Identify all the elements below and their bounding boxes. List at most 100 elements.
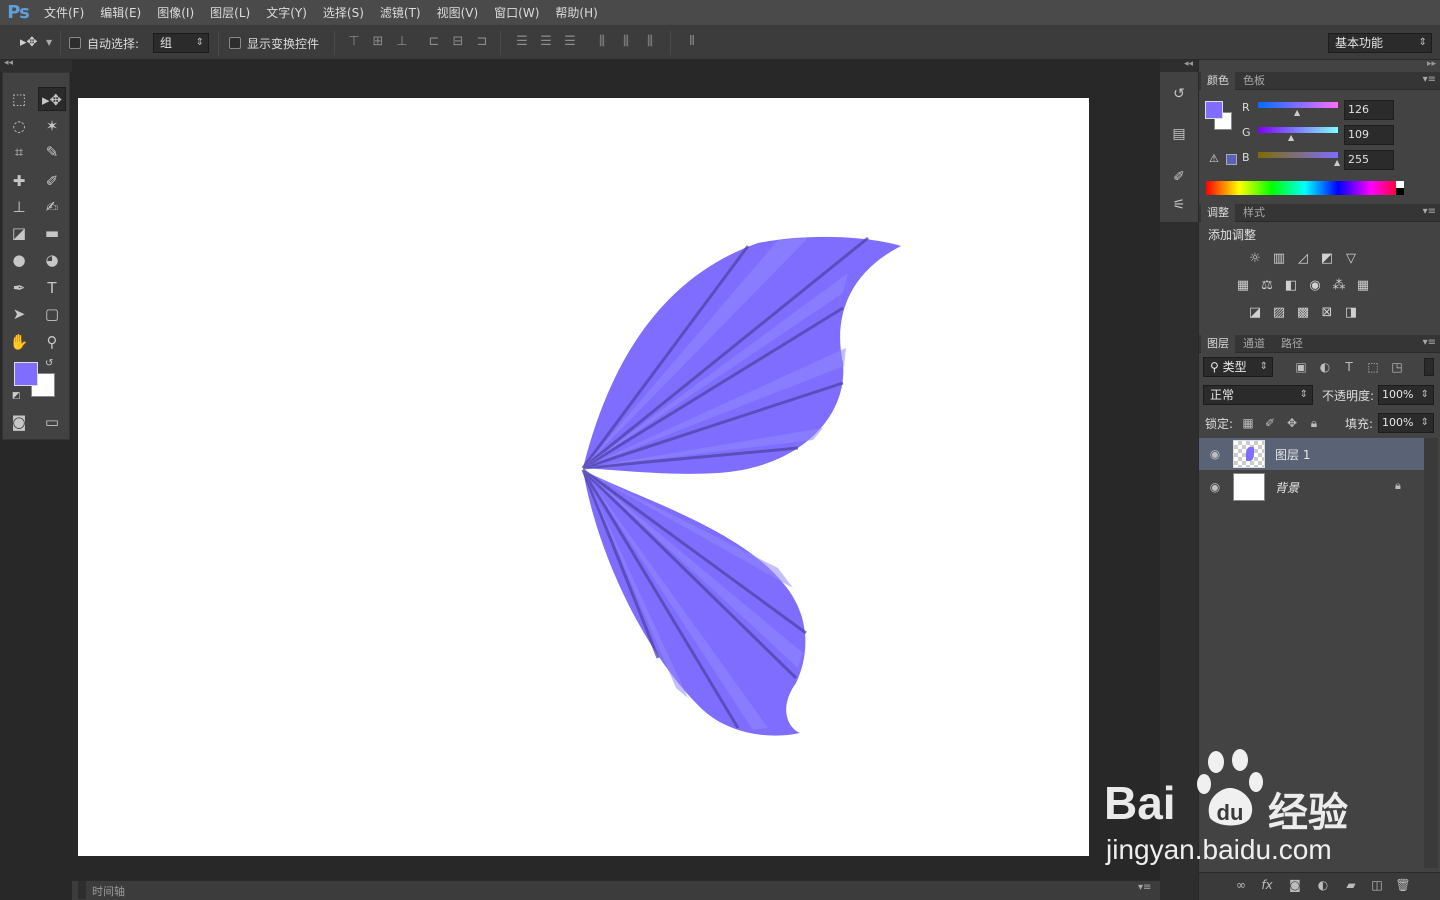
hue-saturation-icon[interactable]: ▦ bbox=[1234, 278, 1252, 294]
chevron-down-icon[interactable]: ▼ bbox=[46, 34, 52, 52]
curves-icon[interactable]: ◿ bbox=[1294, 251, 1312, 267]
channel-g-input[interactable]: 109 bbox=[1344, 125, 1394, 145]
layer-row-layer1[interactable]: ◉ 图层 1 bbox=[1199, 438, 1425, 470]
healing-brush-tool-icon[interactable]: ✚ bbox=[5, 169, 33, 193]
tab-styles[interactable]: 样式 bbox=[1237, 204, 1271, 222]
menu-edit[interactable]: 编辑(E) bbox=[92, 0, 149, 26]
filter-smart-object-icon[interactable]: ◳ bbox=[1389, 359, 1405, 375]
selective-color-icon[interactable]: ◨ bbox=[1342, 305, 1360, 321]
panel-menu-icon[interactable]: ▾≡ bbox=[1423, 74, 1436, 85]
color-spectrum-bar[interactable] bbox=[1206, 181, 1404, 195]
filter-type-icon[interactable]: T bbox=[1341, 359, 1357, 375]
align-left-icon[interactable]: ⊏ bbox=[426, 34, 442, 50]
lock-transparency-icon[interactable]: ▦ bbox=[1240, 415, 1256, 431]
align-top-icon[interactable]: ⊤ bbox=[346, 34, 362, 50]
eyedropper-tool-icon[interactable]: ✎ bbox=[38, 140, 66, 164]
new-adjustment-icon[interactable]: ◐ bbox=[1315, 877, 1331, 893]
delete-layer-icon[interactable]: 🗑︎ bbox=[1395, 877, 1411, 893]
align-bottom-icon[interactable]: ⊥ bbox=[394, 34, 410, 50]
brush-tool-icon[interactable]: ✐ bbox=[38, 169, 66, 193]
type-tool-icon[interactable]: T bbox=[38, 276, 66, 300]
brush-panel-icon[interactable]: ✐ bbox=[1164, 165, 1194, 189]
menu-layer[interactable]: 图层(L) bbox=[202, 0, 258, 26]
fill-input[interactable]: 100% bbox=[1378, 413, 1434, 433]
opacity-input[interactable]: 100% bbox=[1378, 385, 1434, 405]
foreground-color-swatch[interactable] bbox=[14, 362, 38, 386]
color-fg-swatch[interactable] bbox=[1205, 101, 1223, 119]
panel-menu-icon[interactable]: ▾≡ bbox=[1423, 337, 1436, 348]
eye-icon[interactable]: ◉ bbox=[1207, 479, 1223, 495]
levels-icon[interactable]: ▥ bbox=[1270, 251, 1288, 267]
distribute-left-icon[interactable]: ⫼ bbox=[594, 34, 610, 50]
history-panel-icon[interactable]: ↺ bbox=[1164, 82, 1194, 106]
properties-panel-icon[interactable]: ▤ bbox=[1164, 122, 1194, 146]
tab-adjustments[interactable]: 调整 bbox=[1201, 204, 1235, 222]
lock-pixels-icon[interactable]: ✐ bbox=[1262, 415, 1278, 431]
distribute-bottom-icon[interactable]: ☰ bbox=[562, 34, 578, 50]
add-mask-icon[interactable]: ◙ bbox=[1287, 877, 1303, 893]
distribute-right-icon[interactable]: ⫼ bbox=[642, 34, 658, 50]
swap-colors-icon[interactable]: ↺ bbox=[45, 358, 53, 369]
screen-mode-icon[interactable]: ▭ bbox=[38, 410, 66, 434]
posterize-icon[interactable]: ▨ bbox=[1270, 305, 1288, 321]
collapse-icon[interactable]: ◂◂ bbox=[4, 58, 13, 68]
lock-position-icon[interactable]: ✥ bbox=[1284, 415, 1300, 431]
blur-tool-icon[interactable]: ● bbox=[5, 248, 33, 272]
auto-select-checkbox[interactable] bbox=[69, 37, 81, 49]
eye-icon[interactable]: ◉ bbox=[1207, 446, 1223, 462]
slider-thumb-icon[interactable]: ▲ bbox=[1294, 108, 1300, 117]
exposure-icon[interactable]: ◩ bbox=[1318, 251, 1336, 267]
show-transform-checkbox[interactable] bbox=[229, 37, 241, 49]
filter-adjustment-icon[interactable]: ◐ bbox=[1317, 359, 1333, 375]
slider-thumb-icon[interactable]: ▲ bbox=[1334, 158, 1340, 167]
distribute-top-icon[interactable]: ☰ bbox=[514, 34, 530, 50]
align-right-icon[interactable]: ⊐ bbox=[474, 34, 490, 50]
distribute-vcenter-icon[interactable]: ☰ bbox=[538, 34, 554, 50]
menu-view[interactable]: 视图(V) bbox=[429, 0, 487, 26]
dodge-tool-icon[interactable]: ◕ bbox=[38, 248, 66, 272]
layers-scrollbar[interactable] bbox=[1424, 438, 1438, 868]
crop-tool-icon[interactable]: ⌗ bbox=[5, 140, 33, 164]
history-brush-tool-icon[interactable]: ✍ bbox=[38, 195, 66, 219]
panel-menu-icon[interactable]: ▾≡ bbox=[1423, 206, 1436, 217]
move-tool-preset-icon[interactable]: ▸✥ bbox=[20, 34, 44, 52]
channel-b-slider[interactable] bbox=[1258, 152, 1338, 158]
default-colors-icon[interactable]: ◩ bbox=[12, 391, 21, 401]
canvas[interactable] bbox=[78, 98, 1089, 856]
color-balance-icon[interactable]: ⚖ bbox=[1258, 278, 1276, 294]
link-layers-icon[interactable]: ∞ bbox=[1233, 877, 1249, 893]
zoom-tool-icon[interactable]: ⚲ bbox=[38, 330, 66, 354]
menu-image[interactable]: 图像(I) bbox=[149, 0, 202, 26]
tab-layers[interactable]: 图层 bbox=[1201, 335, 1235, 353]
align-hcenter-icon[interactable]: ⊟ bbox=[450, 34, 466, 50]
layer-row-background[interactable]: ◉ 背景 🔒︎ bbox=[1199, 471, 1425, 503]
tab-color[interactable]: 颜色 bbox=[1201, 72, 1235, 90]
slider-thumb-icon[interactable]: ▲ bbox=[1288, 133, 1294, 142]
menu-select[interactable]: 选择(S) bbox=[315, 0, 372, 26]
channel-b-input[interactable]: 255 bbox=[1344, 150, 1394, 170]
lock-all-icon[interactable]: 🔒︎ bbox=[1306, 415, 1322, 431]
move-tool-icon[interactable]: ▸✥ bbox=[38, 87, 66, 111]
filter-shape-icon[interactable]: ⬚ bbox=[1365, 359, 1381, 375]
invert-icon[interactable]: ◪ bbox=[1246, 305, 1264, 321]
channel-g-slider[interactable] bbox=[1258, 127, 1338, 133]
gradient-map-icon[interactable]: ⊠ bbox=[1318, 305, 1336, 321]
eraser-tool-icon[interactable]: ◪ bbox=[5, 221, 33, 245]
menu-window[interactable]: 窗口(W) bbox=[486, 0, 547, 26]
layer-style-icon[interactable]: fx bbox=[1259, 877, 1275, 893]
collapse-panels-icon[interactable]: ▸▸ bbox=[1427, 59, 1436, 69]
distribute-hcenter-icon[interactable]: ⫼ bbox=[618, 34, 634, 50]
gradient-tool-icon[interactable]: ▬ bbox=[38, 221, 66, 245]
lasso-tool-icon[interactable]: ◌ bbox=[5, 114, 33, 138]
channel-r-input[interactable]: 126 bbox=[1344, 100, 1394, 120]
brush-presets-icon[interactable]: ⚟ bbox=[1164, 193, 1194, 217]
color-lookup-icon[interactable]: ▦ bbox=[1354, 278, 1372, 294]
align-vcenter-icon[interactable]: ⊞ bbox=[370, 34, 386, 50]
workspace-dropdown[interactable]: 基本功能 bbox=[1328, 33, 1432, 53]
menu-filter[interactable]: 滤镜(T) bbox=[372, 0, 429, 26]
layer-filter-dropdown[interactable]: ⚲ 类型 bbox=[1203, 357, 1273, 377]
menu-file[interactable]: 文件(F) bbox=[36, 0, 92, 26]
filter-toggle[interactable] bbox=[1424, 358, 1434, 376]
auto-align-icon[interactable]: ⫴ bbox=[684, 34, 700, 50]
vibrance-icon[interactable]: ▽ bbox=[1342, 251, 1360, 267]
